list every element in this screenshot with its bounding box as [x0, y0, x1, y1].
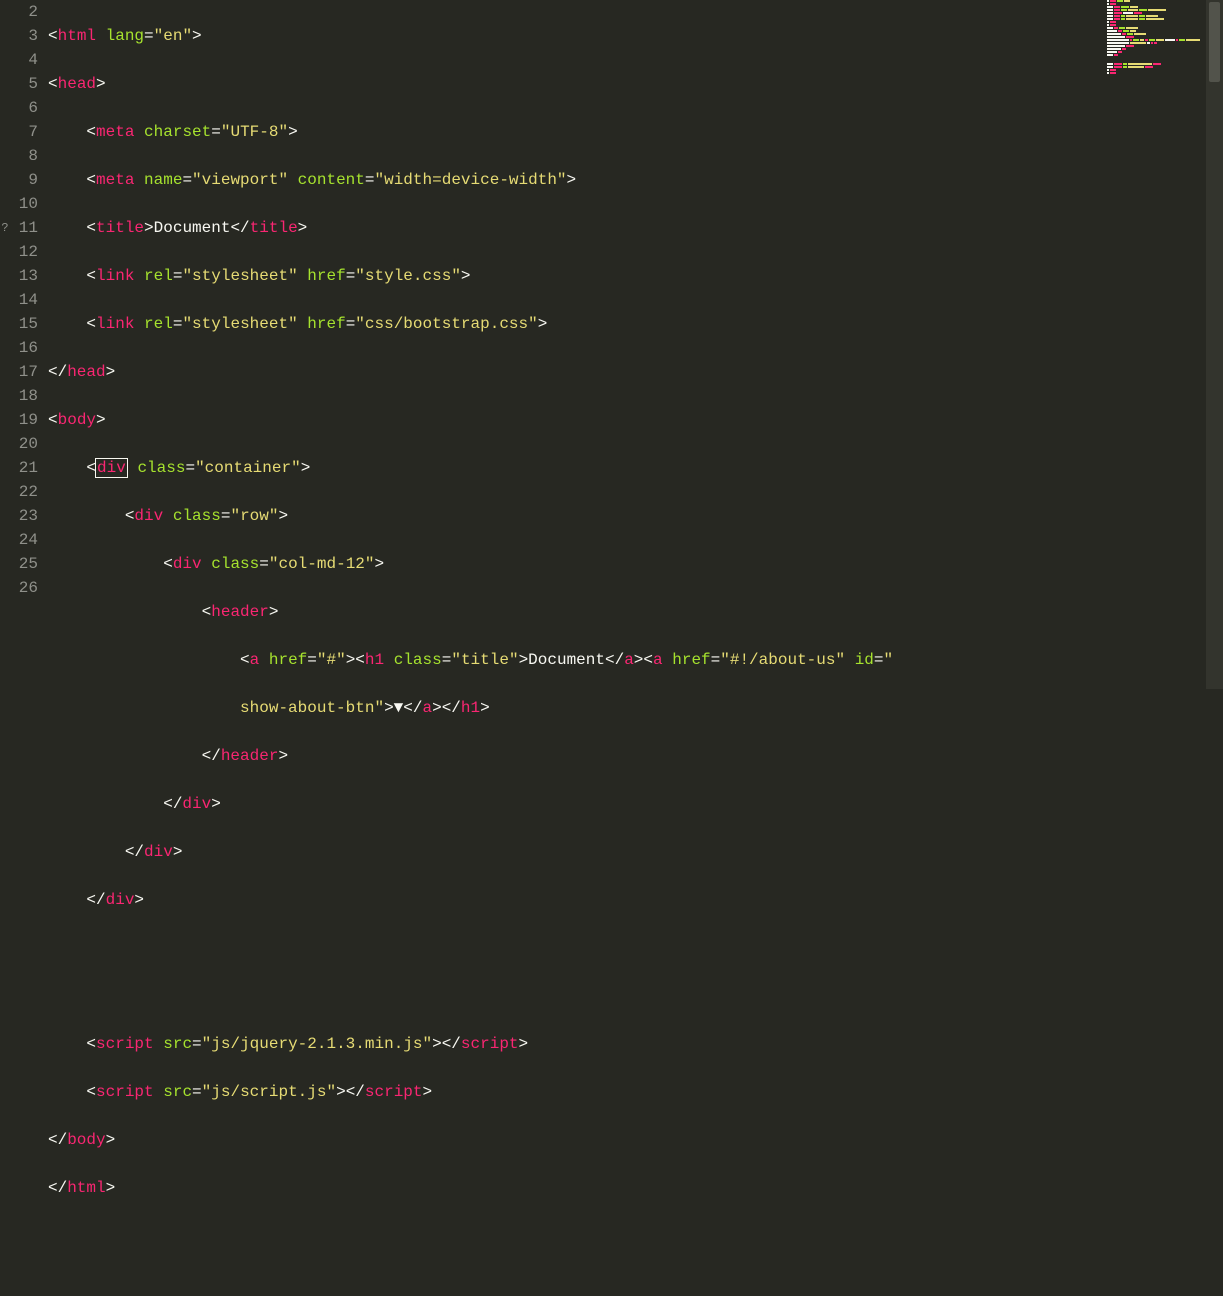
scrollbar-thumb[interactable] [1209, 2, 1220, 82]
code-line[interactable]: <header> [48, 600, 1223, 624]
code-line[interactable]: </div> [48, 888, 1223, 912]
code-line[interactable]: </div> [48, 840, 1223, 864]
code-line[interactable]: </head> [48, 360, 1223, 384]
line-number-gutter: ? 2 3 4 5 6 7 8 9 10 11 12 13 14 15 16 1… [0, 0, 48, 689]
code-line[interactable]: </html> [48, 1176, 1223, 1200]
line-number: 7 [0, 120, 38, 144]
gutter-marker: ? [0, 216, 10, 240]
line-number: 6 [0, 96, 38, 120]
line-number: 18 [0, 384, 38, 408]
code-line[interactable]: <div class="row"> [48, 504, 1223, 528]
code-editor[interactable]: ? 2 3 4 5 6 7 8 9 10 11 12 13 14 15 16 1… [0, 0, 1223, 689]
line-number: 2 [0, 0, 38, 24]
line-number: 10 [0, 192, 38, 216]
line-number: 5 [0, 72, 38, 96]
line-number: 12 [0, 240, 38, 264]
line-number: 20 [0, 432, 38, 456]
line-number: 13 [0, 264, 38, 288]
code-line[interactable]: <script src="js/script.js"></script> [48, 1080, 1223, 1104]
code-line[interactable]: <head> [48, 72, 1223, 96]
line-number: 26 [0, 576, 38, 600]
code-line[interactable] [48, 936, 1223, 960]
code-line[interactable]: </body> [48, 1128, 1223, 1152]
line-number: 4 [0, 48, 38, 72]
selected-tag: div [95, 458, 128, 478]
code-line[interactable]: </div> [48, 792, 1223, 816]
code-line[interactable]: <a href="#"><h1 class="title">Document</… [48, 648, 1223, 672]
line-number: 19 [0, 408, 38, 432]
code-line[interactable]: <title>Document</title> [48, 216, 1223, 240]
line-number: 23 [0, 504, 38, 528]
line-number: 9 [0, 168, 38, 192]
line-number: 24 [0, 528, 38, 552]
code-line[interactable]: <link rel="stylesheet" href="style.css"> [48, 264, 1223, 288]
code-line[interactable]: <script src="js/jquery-2.1.3.min.js"></s… [48, 1032, 1223, 1056]
code-line[interactable]: <body> [48, 408, 1223, 432]
code-line[interactable] [48, 1224, 1223, 1248]
line-number: 21 [0, 456, 38, 480]
line-number: 17 [0, 360, 38, 384]
code-line[interactable]: <html lang="en"> [48, 24, 1223, 48]
code-line[interactable]: <div class="container"> [48, 456, 1223, 480]
line-number: 14 [0, 288, 38, 312]
code-line[interactable]: <meta name="viewport" content="width=dev… [48, 168, 1223, 192]
code-line[interactable]: </header> [48, 744, 1223, 768]
code-area[interactable]: <html lang="en"> <head> <meta charset="U… [48, 0, 1223, 689]
line-number: 8 [0, 144, 38, 168]
code-line[interactable] [48, 984, 1223, 1008]
line-number: 25 [0, 552, 38, 576]
code-line[interactable]: <div class="col-md-12"> [48, 552, 1223, 576]
line-number: 22 [0, 480, 38, 504]
line-number: 16 [0, 336, 38, 360]
code-line[interactable]: <meta charset="UTF-8"> [48, 120, 1223, 144]
vertical-scrollbar[interactable] [1206, 0, 1223, 689]
line-number: 3 [0, 24, 38, 48]
code-line[interactable]: <link rel="stylesheet" href="css/bootstr… [48, 312, 1223, 336]
code-line[interactable]: show-about-btn">▼</a></h1> [48, 696, 1223, 720]
minimap[interactable] [1105, 0, 1205, 689]
line-number: 15 [0, 312, 38, 336]
